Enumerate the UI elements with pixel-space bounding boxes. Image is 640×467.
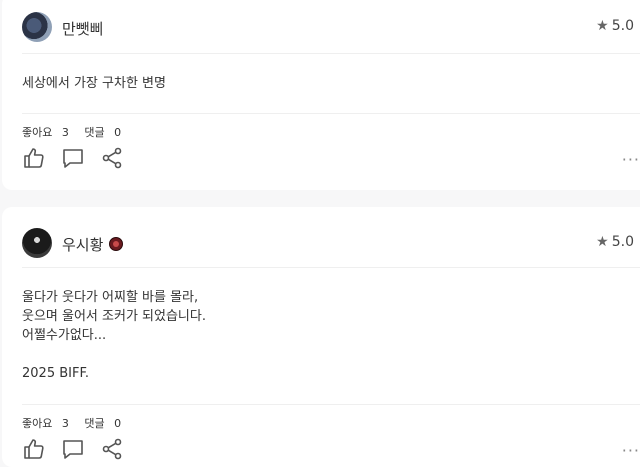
rating-value: 5.0 [611, 234, 634, 250]
rating: ★ 5.0 [596, 234, 634, 250]
thumbs-up-icon[interactable] [22, 437, 46, 461]
star-icon: ★ [596, 234, 609, 250]
comments-count: 댓글 0 [84, 126, 122, 139]
review-text[interactable]: 울다가 웃다가 어찌할 바를 몰라, 웃으며 울어서 조커가 되었습니다. 어쩔… [22, 288, 634, 383]
avatar[interactable] [22, 12, 52, 42]
divider [22, 267, 640, 268]
likes-count: 좋아요 3 [22, 417, 69, 430]
speech-bubble-icon[interactable] [61, 437, 85, 461]
comments-count: 댓글 0 [84, 417, 122, 430]
review-card: 만뺏삐 ★ 5.0 세상에서 가장 구차한 변명 좋아요 3 댓글 0 ··· [2, 0, 640, 190]
review-header: 만뺏삐 ★ 5.0 [22, 12, 634, 42]
review-actions [22, 437, 134, 461]
thumbs-up-icon[interactable] [22, 146, 46, 170]
avatar[interactable] [22, 228, 52, 258]
rating-value: 5.0 [611, 18, 634, 34]
divider [22, 404, 640, 405]
share-icon[interactable] [100, 146, 124, 170]
username[interactable]: 우시황 [62, 234, 124, 255]
star-icon: ★ [596, 18, 609, 34]
review-card: 우시황 ★ 5.0 울다가 웃다가 어찌할 바를 몰라, 웃으며 울어서 조커가 … [2, 207, 640, 467]
more-options-icon[interactable]: ··· [622, 441, 640, 460]
more-options-icon[interactable]: ··· [622, 150, 640, 169]
review-counts: 좋아요 3 댓글 0 [22, 124, 133, 140]
username[interactable]: 만뺏삐 [62, 18, 103, 39]
speech-bubble-icon[interactable] [61, 146, 85, 170]
verified-badge-icon [109, 237, 124, 251]
divider [22, 53, 640, 54]
review-header: 우시황 ★ 5.0 [22, 228, 634, 258]
divider [22, 113, 640, 114]
review-counts: 좋아요 3 댓글 0 [22, 415, 133, 431]
likes-count: 좋아요 3 [22, 126, 69, 139]
review-actions [22, 146, 134, 170]
share-icon[interactable] [100, 437, 124, 461]
rating: ★ 5.0 [596, 18, 634, 34]
review-text[interactable]: 세상에서 가장 구차한 변명 [22, 74, 634, 93]
